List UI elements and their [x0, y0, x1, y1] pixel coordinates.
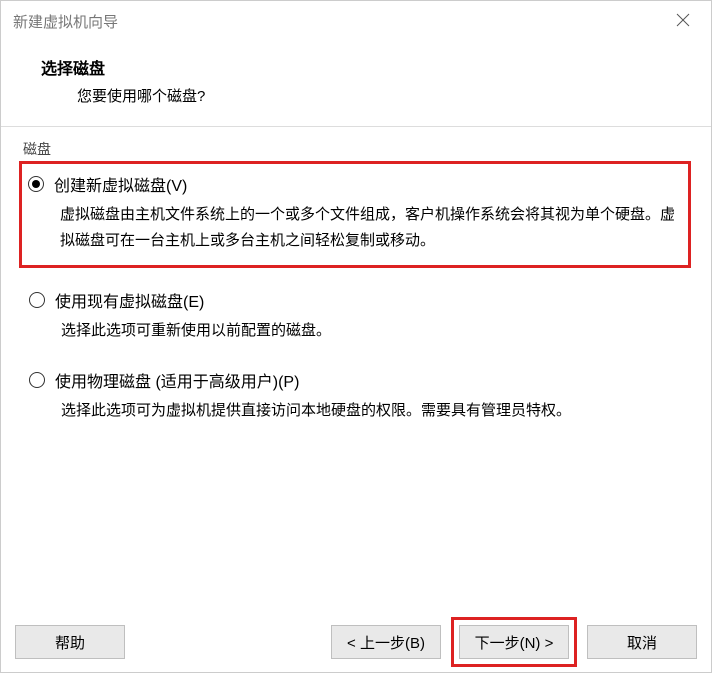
- help-button[interactable]: 帮助: [15, 625, 125, 659]
- next-button[interactable]: 下一步(N) >: [459, 625, 569, 659]
- option-use-existing-disk: 使用现有虚拟磁盘(E) 选择此选项可重新使用以前配置的磁盘。: [29, 284, 683, 348]
- close-icon[interactable]: [673, 11, 693, 31]
- radio-use-physical-disk[interactable]: 使用物理磁盘 (适用于高级用户)(P): [29, 368, 683, 392]
- option-label: 使用现有虚拟磁盘(E): [55, 288, 204, 312]
- window-title: 新建虚拟机向导: [13, 11, 118, 32]
- option-create-new-disk: 创建新虚拟磁盘(V) 虚拟磁盘由主机文件系统上的一个或多个文件组成，客户机操作系…: [19, 161, 691, 268]
- groupbox-label: 磁盘: [23, 139, 57, 159]
- option-description: 选择此选项可重新使用以前配置的磁盘。: [29, 312, 683, 344]
- option-label: 创建新虚拟磁盘(V): [54, 172, 187, 196]
- option-label: 使用物理磁盘 (适用于高级用户)(P): [55, 368, 299, 392]
- option-description: 虚拟磁盘由主机文件系统上的一个或多个文件组成，客户机操作系统会将其视为单个硬盘。…: [28, 196, 682, 253]
- page-title: 选择磁盘: [41, 55, 671, 79]
- radio-create-new-disk[interactable]: 创建新虚拟磁盘(V): [28, 172, 682, 196]
- option-use-physical-disk: 使用物理磁盘 (适用于高级用户)(P) 选择此选项可为虚拟机提供直接访问本地硬盘…: [29, 364, 683, 428]
- options-container: 创建新虚拟磁盘(V) 虚拟磁盘由主机文件系统上的一个或多个文件组成，客户机操作系…: [23, 149, 689, 427]
- content-area: 磁盘 创建新虚拟磁盘(V) 虚拟磁盘由主机文件系统上的一个或多个文件组成，客户机…: [1, 127, 711, 612]
- disk-groupbox: 磁盘 创建新虚拟磁盘(V) 虚拟磁盘由主机文件系统上的一个或多个文件组成，客户机…: [23, 141, 689, 427]
- radio-icon: [28, 176, 44, 192]
- header-section: 选择磁盘 您要使用哪个磁盘?: [1, 41, 711, 126]
- cancel-button[interactable]: 取消: [587, 625, 697, 659]
- titlebar: 新建虚拟机向导: [1, 1, 711, 41]
- footer: 帮助 < 上一步(B) 下一步(N) > 取消: [1, 612, 711, 672]
- page-subtitle: 您要使用哪个磁盘?: [41, 85, 671, 106]
- option-description: 选择此选项可为虚拟机提供直接访问本地硬盘的权限。需要具有管理员特权。: [29, 392, 683, 424]
- wizard-window: 新建虚拟机向导 选择磁盘 您要使用哪个磁盘? 磁盘 创建新虚拟磁盘(V) 虚拟磁…: [0, 0, 712, 673]
- radio-icon: [29, 292, 45, 308]
- back-button[interactable]: < 上一步(B): [331, 625, 441, 659]
- next-button-highlight: 下一步(N) >: [451, 617, 577, 667]
- radio-icon: [29, 372, 45, 388]
- radio-use-existing-disk[interactable]: 使用现有虚拟磁盘(E): [29, 288, 683, 312]
